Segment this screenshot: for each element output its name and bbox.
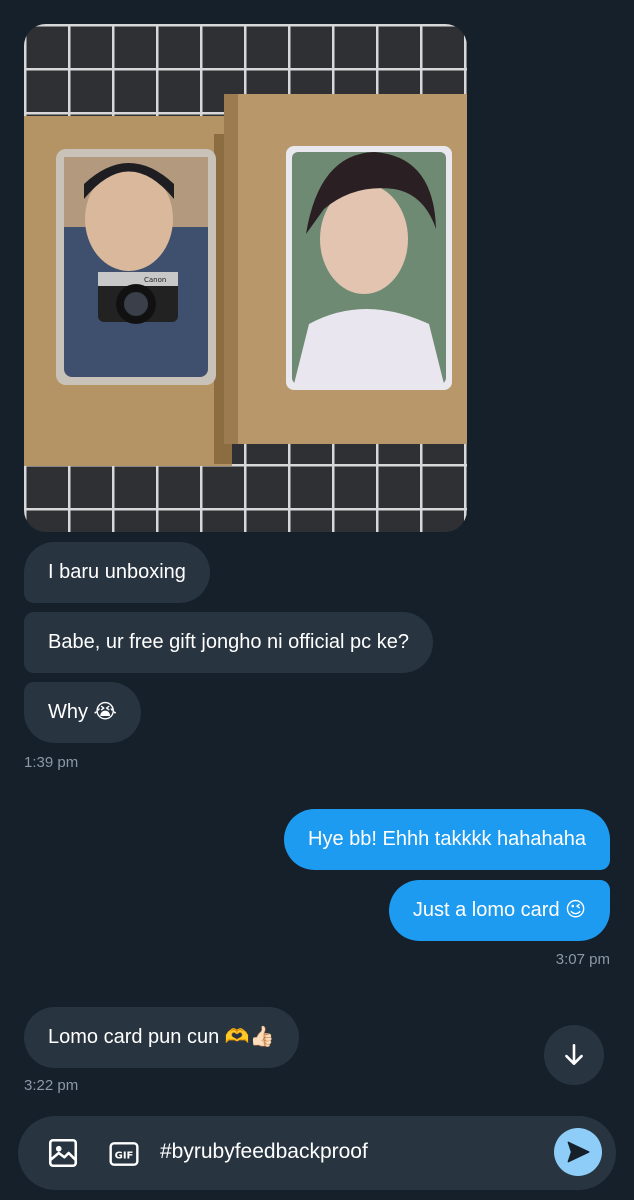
message-timestamp: 3:22 pm — [24, 1077, 79, 1094]
add-gif-button[interactable]: GIF — [108, 1138, 140, 1175]
message-text: Why 😭 — [48, 701, 117, 723]
svg-text:GIF: GIF — [115, 1151, 134, 1162]
message-text: Hye bb! Ehhh takkkk hahahaha — [308, 828, 586, 850]
message-composer: GIF #byrubyfeedbackproof — [18, 1116, 616, 1190]
photo-attachment[interactable]: Canon — [24, 24, 467, 532]
message-timestamp: 1:39 pm — [24, 754, 79, 771]
message-bubble-incoming[interactable]: Why 😭 — [24, 682, 141, 743]
send-button[interactable] — [554, 1128, 602, 1176]
message-text: Just a lomo card 😉 — [412, 899, 586, 921]
message-text: I baru unboxing — [48, 561, 186, 583]
message-input[interactable]: #byrubyfeedbackproof — [160, 1140, 368, 1164]
gif-icon: GIF — [109, 1142, 139, 1166]
send-icon — [567, 1141, 590, 1163]
message-text: Babe, ur free gift jongho ni official pc… — [48, 631, 409, 653]
scroll-to-bottom-button[interactable] — [544, 1025, 604, 1085]
message-bubble-outgoing[interactable]: Just a lomo card 😉 — [388, 880, 610, 941]
message-bubble-outgoing[interactable]: Hye bb! Ehhh takkkk hahahaha — [284, 809, 610, 870]
message-bubble-incoming[interactable]: Babe, ur free gift jongho ni official pc… — [24, 612, 433, 673]
add-image-button[interactable] — [46, 1136, 80, 1175]
message-text: Lomo card pun cun 🫶👍🏻 — [48, 1026, 275, 1048]
message-bubble-incoming[interactable]: Lomo card pun cun 🫶👍🏻 — [24, 1007, 299, 1068]
message-bubble-incoming[interactable]: I baru unboxing — [24, 542, 210, 603]
message-timestamp: 3:07 pm — [555, 951, 610, 968]
svg-text:Canon: Canon — [144, 276, 166, 284]
arrow-down-icon — [565, 1043, 583, 1065]
image-icon — [48, 1138, 78, 1168]
photocards-image: Canon — [24, 24, 467, 532]
